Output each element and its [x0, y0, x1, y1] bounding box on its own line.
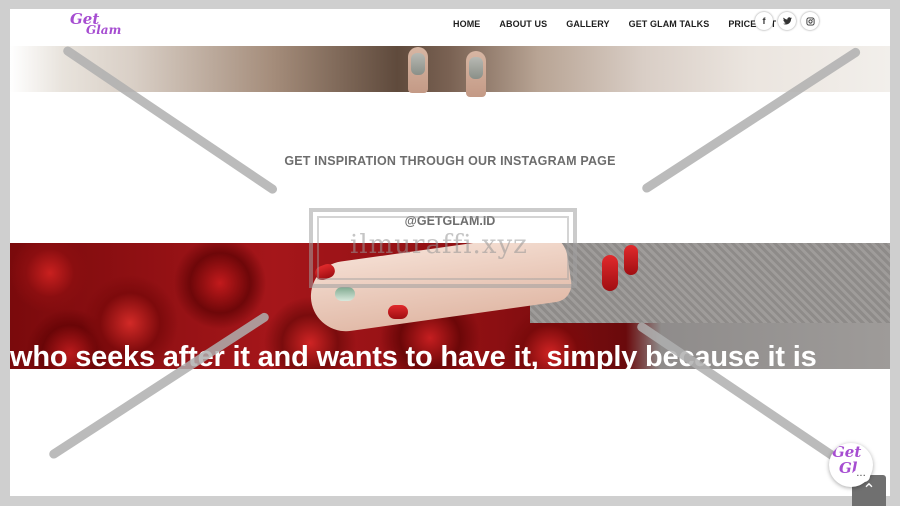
nav-get-glam-talks[interactable]: GET GLAM TALKS	[629, 18, 710, 29]
instagram-camera-glyph	[805, 16, 815, 26]
social-links: f	[755, 12, 824, 30]
twitter-bird-glyph	[782, 17, 792, 25]
brand-logo[interactable]: Get Glam	[68, 10, 138, 44]
nav-home[interactable]: HOME	[453, 18, 480, 29]
watermark-text: ilmuraffi.xyz	[350, 230, 528, 260]
top-navbar: Get Glam HOME ABOUT US GALLERY GET GLAM …	[10, 9, 890, 46]
hero-photo-top	[10, 45, 890, 97]
nav-about-us[interactable]: ABOUT US	[499, 18, 547, 29]
facebook-icon[interactable]: f	[755, 12, 773, 30]
hero-finger	[466, 51, 486, 97]
banner-quote: who seeks after it and wants to have it,…	[10, 341, 817, 369]
chat-logo-text: Get	[832, 443, 862, 461]
banner-quote-clip: who seeks after it and wants to have it,…	[10, 243, 890, 369]
nav-gallery[interactable]: GALLERY	[566, 18, 609, 29]
instagram-section-title: GET INSPIRATION THROUGH OUR INSTAGRAM PA…	[284, 154, 616, 168]
main-nav: HOME ABOUT US GALLERY GET GLAM TALKS PRI…	[453, 18, 795, 29]
hero-finger	[408, 47, 428, 93]
chevron-up-icon: ⌃	[862, 480, 876, 499]
instagram-icon[interactable]	[801, 12, 819, 30]
chat-typing-icon: ...	[852, 469, 870, 482]
logo-text-glam: Glam	[86, 23, 122, 37]
twitter-icon[interactable]	[778, 12, 796, 30]
